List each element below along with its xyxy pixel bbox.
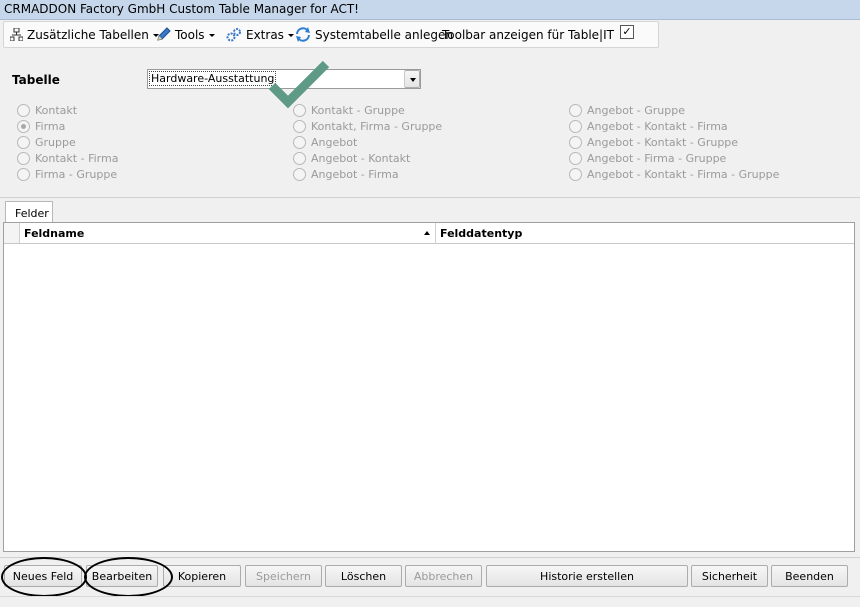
- grid-header: Feldname Felddatentyp: [4, 223, 854, 244]
- radio-angebot-firma[interactable]: Angebot - Firma: [293, 167, 399, 181]
- table-icon: [10, 28, 23, 41]
- radio-kontakt-firma[interactable]: Kontakt - Firma: [17, 151, 118, 165]
- show-toolbar-option[interactable]: Toolbar anzeigen für Table|IT: [442, 26, 614, 43]
- save-button[interactable]: Speichern: [245, 565, 322, 587]
- refresh-icon: [296, 27, 310, 42]
- window-title: CRMADDON Factory GmbH Custom Table Manag…: [4, 2, 359, 16]
- radio-kontakt-firma-gruppe[interactable]: Kontakt, Firma - Gruppe: [293, 119, 442, 133]
- column-header-datatype[interactable]: Felddatentyp: [440, 227, 522, 240]
- row-header-cell: [4, 223, 20, 243]
- radio-angebot-kontakt[interactable]: Angebot - Kontakt: [293, 151, 410, 165]
- radio-firma[interactable]: Firma: [17, 119, 65, 133]
- show-toolbar-checkbox[interactable]: ✓: [620, 25, 634, 39]
- extra-tables-menu[interactable]: Zusätzliche Tabellen: [10, 26, 159, 43]
- tools-menu[interactable]: Tools: [156, 26, 215, 43]
- exit-button[interactable]: Beenden: [771, 565, 848, 587]
- chevron-down-icon[interactable]: [404, 70, 420, 88]
- extras-menu[interactable]: Extras: [226, 26, 294, 43]
- table-label: Tabelle: [12, 73, 60, 87]
- annotation-ring-new-field: [1, 557, 87, 597]
- fields-grid[interactable]: Feldname Felddatentyp: [3, 222, 855, 552]
- table-dropdown-value: Hardware-Ausstattung: [148, 71, 277, 86]
- radio-angebot-gruppe[interactable]: Angebot - Gruppe: [569, 103, 685, 117]
- radio-angebot-kontakt-gruppe[interactable]: Angebot - Kontakt - Gruppe: [569, 135, 738, 149]
- copy-button[interactable]: Kopieren: [163, 565, 241, 587]
- sort-ascending-icon: [424, 231, 430, 235]
- system-table-button[interactable]: Systemtabelle anlegen: [295, 26, 453, 43]
- status-bar: [0, 596, 860, 607]
- radio-angebot-kontakt-firma[interactable]: Angebot - Kontakt - Firma: [569, 119, 728, 133]
- table-settings-panel: Tabelle Hardware-Ausstattung Kontakt Fir…: [0, 51, 860, 198]
- column-header-fieldname[interactable]: Feldname: [24, 227, 84, 240]
- checkmark-overlay-icon: [268, 60, 330, 109]
- toolbar: Zusätzliche Tabellen Tools Extras System…: [3, 21, 659, 48]
- title-bar: CRMADDON Factory GmbH Custom Table Manag…: [0, 0, 860, 20]
- pencil-icon: [157, 27, 171, 41]
- gears-icon: [226, 28, 241, 42]
- annotation-ring-edit: [84, 557, 173, 597]
- radio-kontakt[interactable]: Kontakt: [17, 103, 77, 117]
- create-history-button[interactable]: Historie erstellen: [486, 565, 688, 587]
- radio-angebot-kontakt-firma-gruppe[interactable]: Angebot - Kontakt - Firma - Gruppe: [569, 167, 779, 181]
- radio-angebot[interactable]: Angebot: [293, 135, 357, 149]
- delete-button[interactable]: Löschen: [325, 565, 402, 587]
- cancel-button[interactable]: Abbrechen: [405, 565, 482, 587]
- backup-button[interactable]: Sicherheit: [691, 565, 768, 587]
- column-separator[interactable]: [435, 223, 436, 243]
- radio-angebot-firma-gruppe[interactable]: Angebot - Firma - Gruppe: [569, 151, 726, 165]
- tab-felder[interactable]: Felder: [5, 201, 53, 223]
- radio-gruppe[interactable]: Gruppe: [17, 135, 76, 149]
- radio-firma-gruppe[interactable]: Firma - Gruppe: [17, 167, 117, 181]
